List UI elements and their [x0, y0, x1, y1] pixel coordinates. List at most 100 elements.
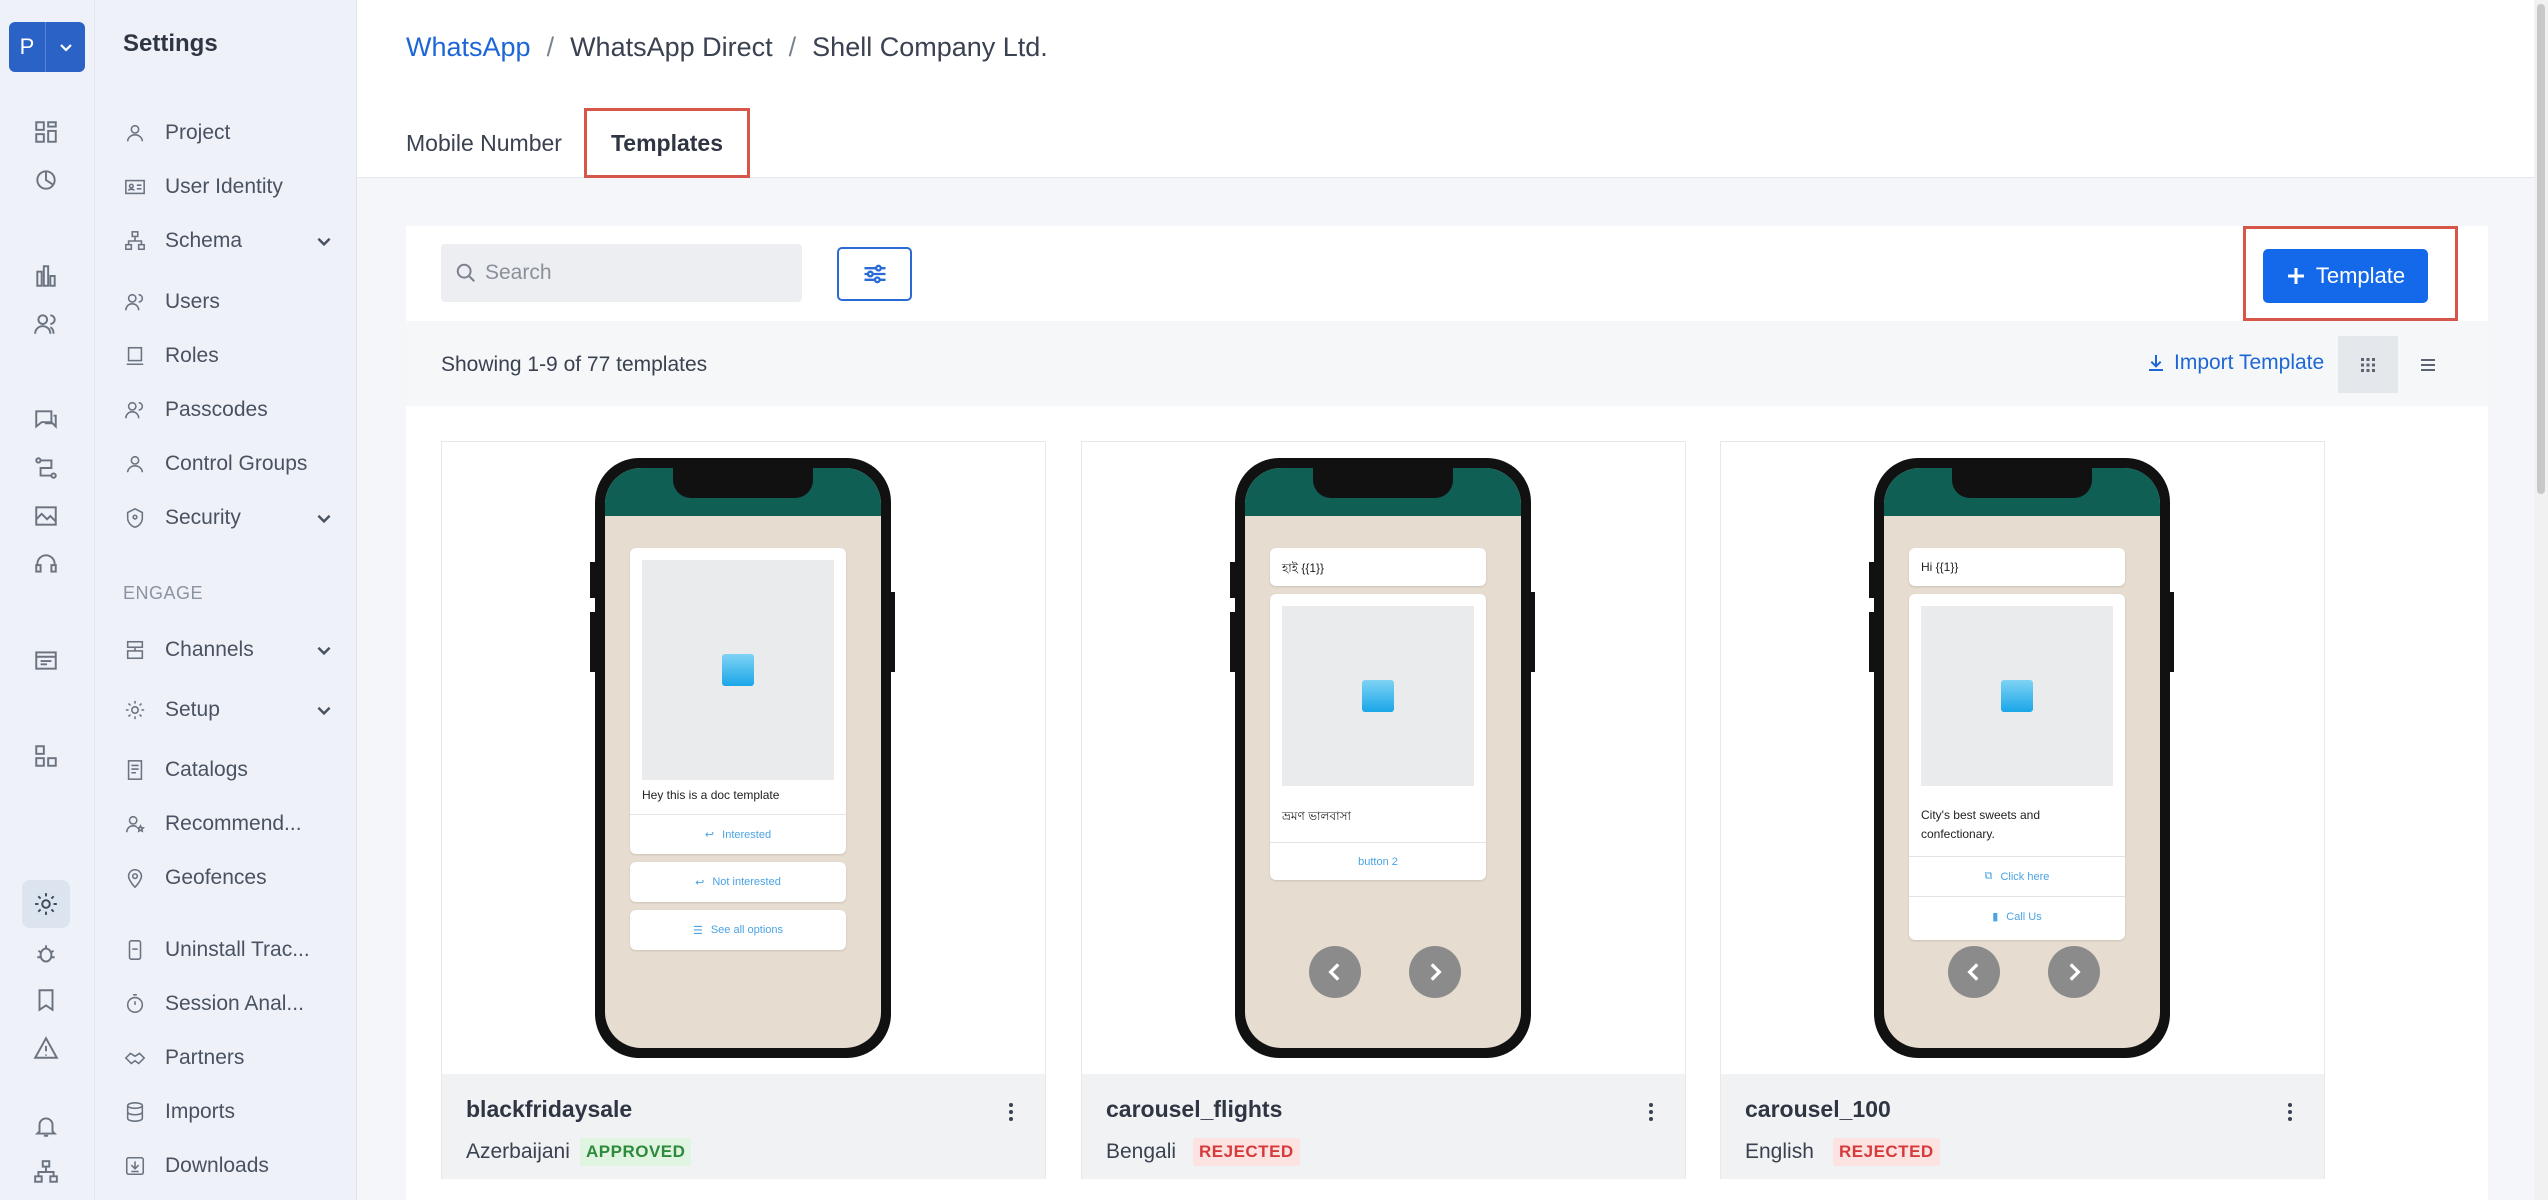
- gear-icon: [123, 698, 147, 722]
- tab-templates[interactable]: Templates: [583, 108, 751, 178]
- sidebar-item-recommendations[interactable]: Recommend...: [123, 804, 323, 844]
- more-options-icon[interactable]: [1009, 1100, 1015, 1124]
- list-view-button[interactable]: [2398, 336, 2458, 393]
- sidebar-item-label: Control Groups: [165, 452, 308, 475]
- bookmark-icon[interactable]: [30, 984, 62, 1016]
- more-options-icon[interactable]: [2288, 1100, 2294, 1124]
- sidebar-item-uninstall-tracking[interactable]: Uninstall Trac...: [123, 930, 323, 970]
- sidebar-item-label: Roles: [165, 344, 219, 367]
- breadcrumb-whatsapp-link[interactable]: WhatsApp: [406, 32, 531, 63]
- sidebar-item-users[interactable]: Users: [123, 282, 323, 322]
- message-header-text: হাই {{1}}: [1282, 561, 1325, 575]
- page-header: WhatsApp / WhatsApp Direct / Shell Compa…: [357, 0, 2548, 178]
- sidebar-item-label: Users: [165, 290, 220, 313]
- support-icon[interactable]: [30, 548, 62, 580]
- quick-reply-button: button 2: [1270, 842, 1486, 880]
- carousel-card: ভ্রমণ ভালবাসা button 2: [1270, 594, 1486, 880]
- search-icon: [456, 263, 475, 282]
- user-icon: [123, 121, 147, 145]
- nav-rail: P: [0, 0, 95, 1200]
- section-label-engage: ENGAGE: [123, 583, 204, 603]
- sidebar-item-partners[interactable]: Partners: [123, 1038, 323, 1078]
- grid-icon: [2361, 357, 2375, 372]
- status-badge: REJECTED: [1193, 1138, 1300, 1166]
- filter-button[interactable]: [837, 247, 912, 301]
- status-badge: REJECTED: [1833, 1138, 1940, 1166]
- phone-icon: ▮: [1992, 911, 1999, 923]
- template-card[interactable]: Hi {{1}} City's best sweets and confecti…: [1720, 441, 2325, 1179]
- chevron-left-icon: [1948, 946, 2000, 998]
- inbox-icon[interactable]: [30, 644, 62, 676]
- breadcrumb-separator: /: [546, 32, 555, 62]
- content-icon[interactable]: [30, 500, 62, 532]
- search-box[interactable]: [441, 244, 802, 302]
- sidebar-item-label: Uninstall Trac...: [165, 938, 310, 961]
- chevron-down-icon: [46, 22, 85, 72]
- chevron-left-icon: [1309, 946, 1361, 998]
- sidebar-title: Settings: [123, 30, 218, 57]
- sidebar-item-label: Geofences: [165, 866, 267, 889]
- sidebar-item-imports[interactable]: Imports: [123, 1092, 323, 1132]
- messages-icon[interactable]: [30, 404, 62, 436]
- list-icon: ☰: [692, 924, 703, 937]
- sidebar-item-downloads[interactable]: Downloads: [123, 1146, 323, 1186]
- template-card[interactable]: Hey this is a doc template ↩ Interested ↩…: [441, 441, 1046, 1179]
- list-button: ☰ See all options: [630, 910, 846, 950]
- document-placeholder: [642, 560, 834, 780]
- sidebar-item-label: Channels: [165, 638, 254, 661]
- chevron-down-icon: [315, 509, 333, 533]
- list-icon: [2421, 358, 2435, 371]
- sidebar-item-passcodes[interactable]: Passcodes: [123, 390, 323, 430]
- sidebar-item-channels[interactable]: Channels: [123, 630, 331, 670]
- image-icon: [2001, 680, 2033, 712]
- sidebar-item-label: Recommend...: [165, 812, 302, 835]
- template-name: blackfridaysale: [466, 1096, 633, 1122]
- import-template-link[interactable]: Import Template: [2146, 351, 2324, 375]
- flows-icon[interactable]: [30, 452, 62, 484]
- users-icon[interactable]: [30, 308, 62, 340]
- add-template-button[interactable]: Template: [2263, 249, 2428, 303]
- sidebar-item-label: Schema: [165, 229, 243, 252]
- search-input[interactable]: [485, 261, 785, 285]
- template-card[interactable]: হাই {{1}} ভ্রমণ ভালবাসা button 2 carouse…: [1081, 441, 1686, 1179]
- schema-icon: [123, 229, 147, 253]
- page-scrollbar[interactable]: [2534, 0, 2548, 1200]
- more-options-icon[interactable]: [1649, 1100, 1655, 1124]
- message-body: Hey this is a doc template: [642, 788, 780, 802]
- call-button: ▮ Call Us: [1909, 896, 2125, 936]
- org-chart-icon[interactable]: [30, 1156, 62, 1188]
- sidebar-item-label: Partners: [165, 1046, 245, 1069]
- sidebar-item-geofences[interactable]: Geofences: [123, 858, 323, 898]
- sidebar-item-session-analytics[interactable]: Session Anal...: [123, 984, 323, 1024]
- sidebar-item-catalogs[interactable]: Catalogs: [123, 750, 323, 790]
- dashboard-icon[interactable]: [30, 116, 62, 148]
- chevron-down-icon: [315, 641, 333, 665]
- sidebar-item-project[interactable]: Project: [123, 113, 323, 153]
- carousel-card: City's best sweets and confectionary. ⧉ C…: [1909, 594, 2125, 940]
- settings-sidebar: Settings Project User Identity Schema Us…: [95, 0, 447, 1200]
- sidebar-item-schema[interactable]: Schema: [123, 221, 331, 261]
- sidebar-item-setup[interactable]: Setup: [123, 690, 331, 730]
- bar-chart-icon[interactable]: [30, 260, 62, 292]
- grid-view-button[interactable]: [2338, 336, 2398, 393]
- apps-icon[interactable]: [30, 740, 62, 772]
- sidebar-item-user-identity[interactable]: User Identity: [123, 167, 323, 207]
- project-switcher-button[interactable]: P: [9, 22, 85, 72]
- template-language: English: [1745, 1140, 1814, 1163]
- settings-icon[interactable]: [22, 880, 70, 928]
- notifications-icon[interactable]: [30, 1110, 62, 1142]
- phone-mockup: Hey this is a doc template ↩ Interested ↩…: [595, 458, 891, 1058]
- import-template-label: Import Template: [2174, 351, 2325, 374]
- sidebar-item-roles[interactable]: Roles: [123, 336, 323, 376]
- sidebar-item-label: Project: [165, 121, 231, 144]
- sidebar-item-security[interactable]: Security: [123, 498, 331, 538]
- template-language: Bengali: [1106, 1140, 1177, 1163]
- debug-icon[interactable]: [30, 938, 62, 970]
- template-preview: Hey this is a doc template ↩ Interested ↩…: [442, 442, 1045, 1074]
- tab-mobile-number[interactable]: Mobile Number: [406, 108, 584, 178]
- analytics-icon[interactable]: [30, 164, 62, 196]
- warning-icon[interactable]: [30, 1032, 62, 1064]
- sidebar-item-control-groups[interactable]: Control Groups: [123, 444, 323, 484]
- breadcrumb-whatsapp-direct[interactable]: WhatsApp Direct: [570, 32, 773, 63]
- sidebar-item-label: Session Anal...: [165, 992, 304, 1015]
